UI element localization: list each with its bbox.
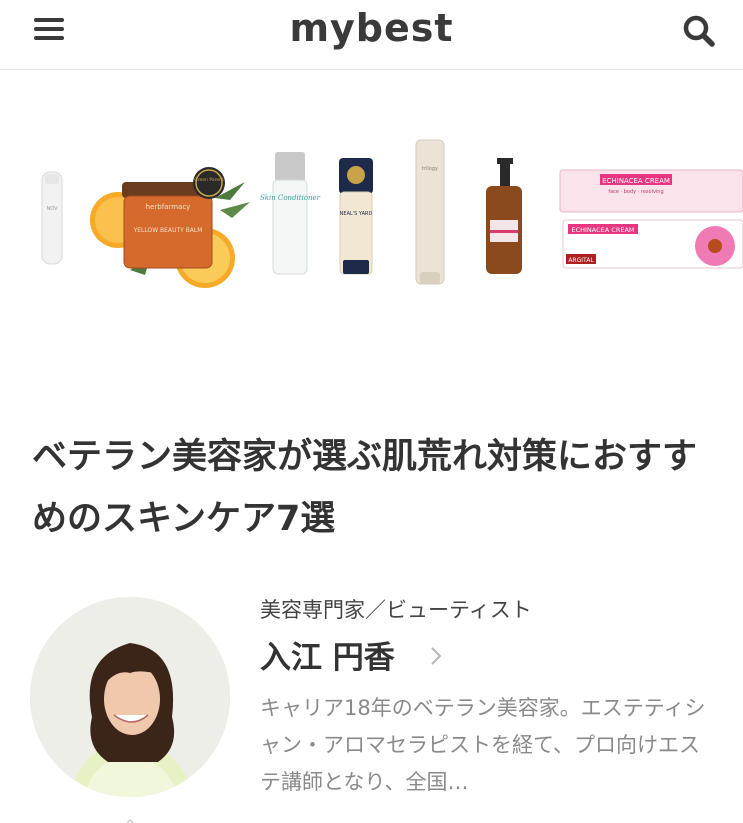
svg-text:YELLOW BEAUTY BALM: YELLOW BEAUTY BALM [133, 227, 203, 234]
expert-name: 入江 円香 [260, 640, 395, 676]
expert-role: 美容専門家／ビューティスト [260, 598, 532, 622]
expert-description: キャリア18年のベテラン美容家。エステティシャン・アロマセラピストを経て、プロ向… [260, 696, 706, 794]
product-echinacea: ECHINACEA CREAM face · body · resolving … [559, 169, 743, 269]
site-logo[interactable]: mybest [0, 6, 743, 50]
product-tube-beige: trilogy [415, 139, 445, 285]
svg-text:ECHINACEA CREAM: ECHINACEA CREAM [571, 226, 634, 234]
product-jar: herbfarmacy YELLOW BEAUTY BALM Green Par… [90, 167, 250, 288]
svg-text:ECHINACEA CREAM: ECHINACEA CREAM [602, 177, 670, 185]
svg-text:Skin Conditioner: Skin Conditioner [260, 194, 321, 202]
search-icon[interactable] [680, 12, 720, 52]
product-bottle-2: Skin Conditioner [260, 152, 321, 275]
article-title: ベテラン美容家が選ぶ肌荒れ対策におすすめのスキンケア7選 [32, 437, 698, 539]
svg-text:Green Parent: Green Parent [194, 177, 224, 183]
top-header: mybest [0, 0, 743, 70]
expert-name-row[interactable]: 入江 円香 [260, 632, 442, 676]
product-pump [486, 158, 522, 274]
svg-text:ARGITAL: ARGITAL [568, 257, 594, 264]
chevron-right-icon [430, 646, 442, 670]
expert-avatar [30, 597, 230, 797]
svg-text:herbfarmacy: herbfarmacy [146, 203, 191, 211]
chevron-up-icon [122, 812, 138, 823]
product-bottle-1: NOV [41, 171, 63, 265]
svg-text:NEAL'S YARD: NEAL'S YARD [340, 211, 373, 217]
expert-card[interactable]: 美容専門家／ビューティスト 入江 円香 キャリア18年のベテラン美容家。エステテ… [0, 590, 743, 823]
hero-product-image: NOV herbfarmacy YELLOW BEAUTY BALM Green… [0, 70, 743, 400]
product-tube-navy: NEAL'S YARD [339, 158, 373, 275]
svg-text:trilogy: trilogy [422, 166, 438, 172]
svg-text:NOV: NOV [46, 206, 58, 212]
svg-text:face · body · resolving: face · body · resolving [608, 189, 663, 195]
